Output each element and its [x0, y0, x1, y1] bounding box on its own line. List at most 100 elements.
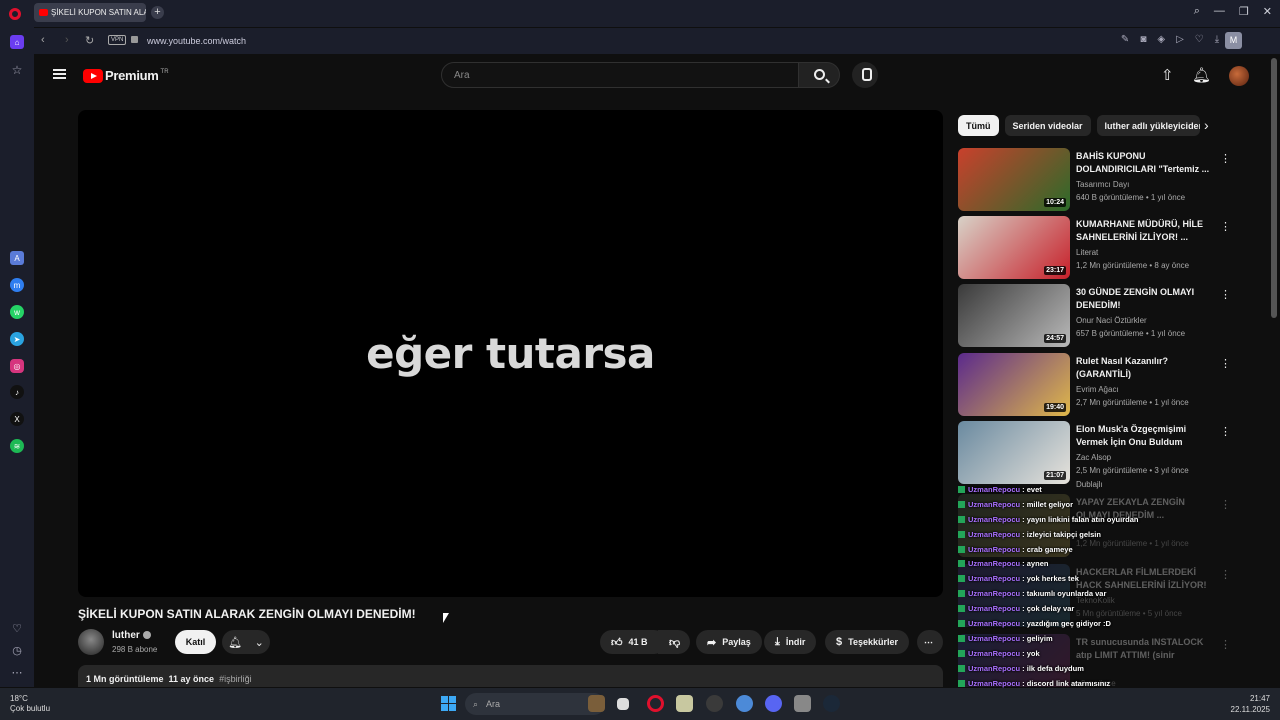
x-icon[interactable]: X: [10, 412, 24, 426]
browser-tab[interactable]: ŞİKELİ KUPON SATIN ALAR ×: [34, 3, 146, 22]
recommendation-title[interactable]: KUMARHANE MÜDÜRÜ, HİLE SAHNELERİNİ İZLİY…: [1076, 218, 1210, 244]
back-icon[interactable]: ‹: [41, 34, 45, 46]
notifications-bell-icon[interactable]: 🔔︎: [1192, 66, 1211, 84]
chip-uploader[interactable]: luther adlı yükleyiciden: [1096, 115, 1200, 136]
camera-icon[interactable]: ◙: [1140, 34, 1146, 45]
taskbar-search[interactable]: ⌕ Ara: [465, 693, 605, 715]
telegram-icon[interactable]: ➤: [10, 332, 24, 346]
thanks-button[interactable]: $ Teşekkürler: [825, 630, 909, 654]
obs-app-icon[interactable]: [706, 695, 723, 712]
url-field[interactable]: www.youtube.com/watch: [147, 36, 246, 46]
edit-icon[interactable]: ✎: [1121, 34, 1129, 45]
recommendation-channel[interactable]: Zac Alsop: [1076, 453, 1111, 462]
new-tab-button[interactable]: +: [151, 6, 164, 19]
channel-avatar[interactable]: [78, 629, 104, 655]
more-options-icon[interactable]: ⋮: [1220, 288, 1231, 301]
spotify-icon[interactable]: ≋: [10, 439, 24, 453]
more-options-icon[interactable]: ⋮: [1220, 220, 1231, 233]
recommendation-thumbnail[interactable]: 10:24: [958, 148, 1070, 211]
recommendation-channel[interactable]: Tasarımcı Dayı: [1076, 180, 1129, 189]
guide-menu-icon[interactable]: [53, 69, 66, 79]
more-options-icon[interactable]: ⋮: [1220, 152, 1231, 165]
account-avatar[interactable]: [1229, 66, 1249, 86]
opera-logo-icon[interactable]: [9, 8, 21, 20]
search-tabs-icon[interactable]: ⌕: [1194, 5, 1200, 18]
history-icon[interactable]: ◷: [10, 643, 24, 657]
recommendation-title[interactable]: BAHİS KUPONU DOLANDIRICILARI "Tertemiz .…: [1076, 150, 1210, 176]
more-icon[interactable]: ⋯: [10, 665, 24, 679]
instagram-icon[interactable]: ◎: [10, 359, 24, 373]
more-options-icon[interactable]: ⋮: [1220, 357, 1231, 370]
explorer-app-icon[interactable]: [794, 695, 811, 712]
terminal-app-icon[interactable]: [617, 698, 629, 710]
reload-icon[interactable]: ↻: [85, 34, 94, 47]
minimize-icon[interactable]: —: [1214, 5, 1225, 18]
recommendation-channel[interactable]: Evrim Ağacı: [1076, 385, 1119, 394]
recommendation-item[interactable]: 24:57 30 GÜNDE ZENGİN OLMAYI DENEDİM! Onur…: [958, 284, 1248, 348]
more-options-icon[interactable]: ⋮: [1220, 498, 1231, 511]
profile-button[interactable]: M: [1225, 32, 1242, 49]
more-options-icon[interactable]: ⋮: [1220, 568, 1231, 581]
system-clock[interactable]: 21:47 22.11.2025: [1231, 693, 1270, 715]
settings-app-icon[interactable]: [736, 695, 753, 712]
heart-icon[interactable]: ♡: [10, 621, 24, 635]
chevron-right-icon[interactable]: ›: [1204, 117, 1209, 133]
weather-widget[interactable]: 18°C Çok bulutlu: [10, 694, 50, 714]
recommendation-item[interactable]: 23:17 KUMARHANE MÜDÜRÜ, HİLE SAHNELERİNİ …: [958, 216, 1248, 280]
description-box[interactable]: 1 Mn görüntüleme 11 ay önce #işbirliği: [78, 665, 943, 687]
hashtag[interactable]: #işbirliği: [219, 674, 252, 684]
close-window-icon[interactable]: ✕: [1263, 5, 1272, 18]
search-input[interactable]: [442, 63, 798, 87]
heart-icon[interactable]: ♡: [1195, 34, 1204, 45]
more-actions-button[interactable]: ⋯: [917, 630, 943, 654]
opera-app-icon[interactable]: [647, 695, 664, 712]
recommendation-title[interactable]: Rulet Nasıl Kazanılır? (GARANTİLİ): [1076, 355, 1210, 381]
recommendation-thumbnail[interactable]: 19:40: [958, 353, 1070, 416]
upload-icon[interactable]: ⇧: [1161, 66, 1174, 84]
more-options-icon[interactable]: ⋮: [1220, 425, 1231, 438]
star-icon[interactable]: ☆: [10, 63, 24, 77]
download-icon[interactable]: ⤓: [1215, 34, 1219, 45]
recommendation-channel[interactable]: Onur Naci Öztürkler: [1076, 316, 1147, 325]
files-app-icon[interactable]: [588, 695, 605, 712]
recommendation-item[interactable]: 19:40 Rulet Nasıl Kazanılır? (GARANTİLİ) E…: [958, 353, 1248, 417]
discord-app-icon[interactable]: [765, 695, 782, 712]
chip-all[interactable]: Tümü: [958, 115, 999, 136]
start-button[interactable]: [441, 696, 456, 711]
dislike-button[interactable]: 👎︎: [658, 630, 690, 654]
aria-icon[interactable]: A: [10, 251, 24, 265]
youtube-logo[interactable]: Premium TR: [83, 68, 169, 83]
recommendation-thumbnail[interactable]: 23:17: [958, 216, 1070, 279]
more-options-icon[interactable]: ⋮: [1220, 638, 1231, 651]
maximize-icon[interactable]: ❐: [1239, 5, 1249, 18]
lock-icon[interactable]: [131, 36, 138, 43]
steam-app-icon[interactable]: [823, 695, 840, 712]
whatsapp-icon[interactable]: w: [10, 305, 24, 319]
shield-icon[interactable]: ◈: [1157, 34, 1165, 45]
recommendation-item[interactable]: 10:24 BAHİS KUPONU DOLANDIRICILARI "Terte…: [958, 148, 1248, 212]
chip-series[interactable]: Seriden videolar: [1004, 115, 1091, 136]
download-button[interactable]: ⤓ İndir: [764, 630, 817, 654]
voice-search-icon[interactable]: [852, 62, 878, 88]
channel-name-row[interactable]: luther: [112, 630, 151, 641]
scrollbar[interactable]: [1271, 58, 1277, 318]
join-button[interactable]: Katıl: [175, 630, 216, 654]
subscription-bell-button[interactable]: 🔔︎ ⌄: [222, 630, 270, 654]
recommendation-title[interactable]: Elon Musk'a Özgeçmişimi Vermek İçin Onu …: [1076, 423, 1210, 449]
forward-icon[interactable]: ›: [65, 34, 69, 46]
recommendation-channel[interactable]: Literat: [1076, 248, 1098, 257]
notepad-app-icon[interactable]: [676, 695, 693, 712]
home-icon[interactable]: ⌂: [10, 35, 24, 49]
search-button[interactable]: [798, 62, 840, 88]
recommendation-thumbnail[interactable]: 24:57: [958, 284, 1070, 347]
like-button[interactable]: 👍︎ 41 B: [600, 630, 666, 654]
recommendation-item[interactable]: 21:07 Elon Musk'a Özgeçmişimi Vermek İçin…: [958, 421, 1248, 489]
channel-name[interactable]: luther: [112, 630, 140, 641]
vpn-badge[interactable]: VPN: [108, 35, 127, 45]
play-icon[interactable]: ▷: [1176, 34, 1184, 45]
share-button[interactable]: ➦ Paylaş: [696, 630, 762, 654]
recommendation-thumbnail[interactable]: 21:07: [958, 421, 1070, 484]
tiktok-icon[interactable]: ♪: [10, 385, 24, 399]
video-player[interactable]: eğer tutarsa: [78, 110, 943, 597]
messenger-icon[interactable]: m: [10, 278, 24, 292]
